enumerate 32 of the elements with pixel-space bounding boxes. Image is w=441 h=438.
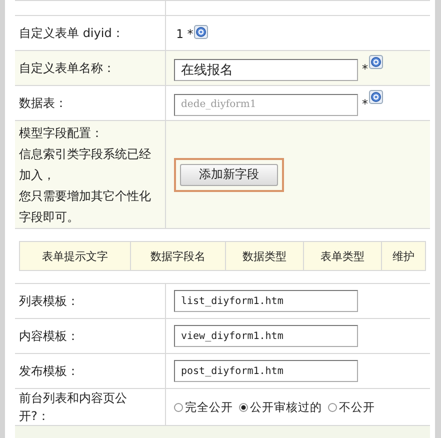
text-input[interactable]: post_diyform1.htm: [174, 360, 358, 382]
add-field-button[interactable]: 添加新字段: [180, 164, 278, 186]
field-label: 前台列表和内容页公开?：: [19, 390, 128, 425]
radio-label: 完全公开: [185, 400, 233, 414]
required-mark: *: [362, 97, 368, 112]
text-input[interactable]: list_diyform1.htm: [174, 290, 358, 312]
required-mark: *: [362, 62, 368, 76]
radio-label: 不公开: [339, 400, 375, 414]
help-icon[interactable]: [369, 55, 383, 70]
text-input[interactable]: view_diyform1.htm: [174, 325, 358, 347]
field-label: 发布模板：: [19, 363, 80, 380]
field-label: 列表模板：: [19, 293, 80, 310]
column-header: 数据类型: [226, 242, 304, 270]
radio-button[interactable]: [239, 402, 248, 412]
column-header: 数据字段名: [130, 242, 226, 270]
field-label: 自定义表单名称：: [19, 60, 116, 77]
column-header: 表单类型: [303, 242, 382, 270]
field-label: 自定义表单 diyid：: [19, 25, 125, 42]
field-value: 1: [176, 27, 184, 41]
field-label: 您只需要增加其它个性化字段即可。: [19, 188, 152, 226]
help-icon[interactable]: [194, 25, 208, 39]
field-label: 数据表：: [19, 95, 68, 112]
column-header: 表单提示文字: [20, 242, 131, 270]
radio-button[interactable]: [174, 402, 183, 412]
field-label: 模型字段配置：: [19, 125, 104, 142]
required-mark: *: [187, 27, 194, 41]
field-label: 内容模板：: [19, 328, 80, 345]
radio-button[interactable]: [328, 402, 337, 412]
field-label: 信息索引类字段系统已经加入，: [19, 146, 152, 184]
text-input[interactable]: 在线报名: [174, 58, 358, 81]
column-header: 维护: [381, 242, 426, 270]
radio-label: 公开审核过的: [250, 400, 322, 414]
